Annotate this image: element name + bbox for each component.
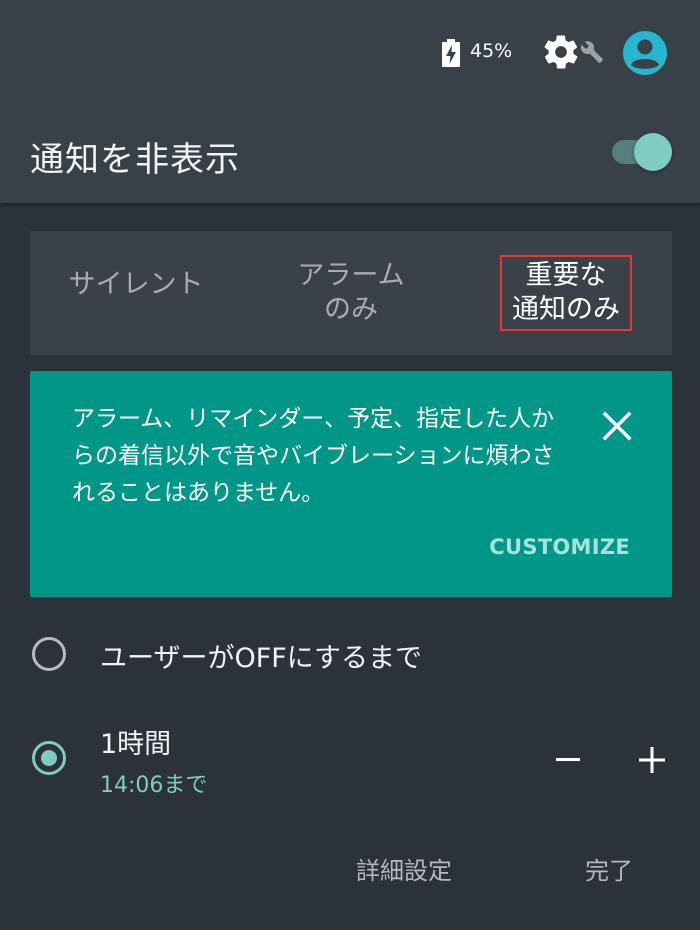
segment-label: サイレント [68,269,204,300]
option-end-time: 14:06まで [100,773,208,798]
toggle-knob [634,133,672,171]
increase-duration-button[interactable] [632,740,672,780]
segment-silent[interactable]: サイレント [30,223,242,347]
battery-charging-icon [442,39,460,67]
option-until-turned-off[interactable]: ユーザーがOFFにするまで [0,634,700,674]
segment-label: アラーム のみ [297,260,405,325]
option-label: ユーザーがOFFにするまで [100,643,423,674]
decrease-duration-button[interactable] [548,742,588,776]
radio-until-off[interactable] [32,637,66,671]
quick-settings-panel: 45% 通知を非表示 [0,0,700,203]
battery-percent: 45% [470,40,513,62]
more-settings-button[interactable]: 詳細設定 [356,851,452,886]
panel-title: 通知を非表示 [30,140,240,180]
segment-priority-only[interactable]: 重要な 通知のみ [460,231,672,355]
close-icon[interactable] [602,411,632,441]
radio-one-hour[interactable] [32,741,66,775]
info-card: アラーム、リマインダー、予定、指定した人からの着信以外で音やバイブレーションに煩… [30,371,672,597]
option-one-hour[interactable]: 1時間 14:06まで [0,722,700,802]
account-circle-icon[interactable] [623,31,667,75]
status-bar: 45% [0,28,700,76]
mode-segmented-control: サイレント アラーム のみ 重要な 通知のみ [30,231,672,355]
do-not-disturb-toggle[interactable] [610,133,672,171]
segment-label: 重要な 通知のみ [500,255,632,331]
option-label: 1時間 [100,729,172,760]
gear-icon[interactable] [541,32,581,72]
customize-button[interactable]: CUSTOMIZE [489,535,630,559]
segment-alarms-only[interactable]: アラーム のみ [242,231,460,355]
done-button[interactable]: 完了 [585,851,633,886]
info-card-text: アラーム、リマインダー、予定、指定した人からの着信以外で音やバイブレーションに煩… [72,406,555,506]
wrench-icon [580,41,603,63]
